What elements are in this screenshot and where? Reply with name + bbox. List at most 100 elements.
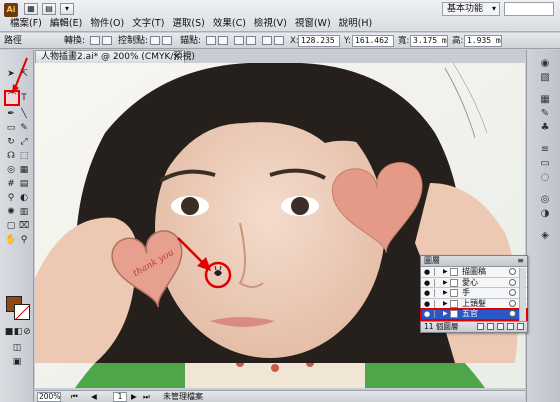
expand-triangle-icon[interactable]: ▶ [443, 299, 448, 309]
connect-anchor-icon[interactable] [218, 36, 228, 45]
stroke-panel-icon[interactable]: ≡ [539, 144, 551, 156]
y-field[interactable]: 161.462 mr [352, 35, 394, 47]
prev-page-icon[interactable]: ◀ [91, 392, 97, 401]
convert-smooth-icon[interactable] [102, 36, 112, 45]
cut-path-icon[interactable] [234, 36, 244, 45]
symbols-panel-icon[interactable]: ♣ [539, 122, 551, 134]
menu-effect[interactable]: 效果(C) [209, 17, 250, 30]
blend-tool-icon[interactable]: ◐ [18, 192, 30, 204]
new-layer-icon[interactable] [507, 323, 514, 330]
zoom-tool-icon[interactable]: ⚲ [18, 234, 30, 246]
layer-target-icon[interactable] [509, 310, 516, 317]
swatches-panel-icon[interactable]: ▦ [539, 94, 551, 106]
lock-toggle[interactable] [434, 299, 440, 308]
visibility-eye-icon[interactable]: ● [424, 288, 432, 298]
expand-triangle-icon[interactable]: ▶ [443, 267, 448, 277]
layers-scrollbar[interactable] [519, 268, 526, 322]
color-guide-icon[interactable]: ▧ [539, 72, 551, 84]
shape-builder-tool-icon[interactable]: ◎ [5, 164, 17, 176]
bridge-icon[interactable]: ▦ [24, 3, 38, 15]
locate-object-icon[interactable] [477, 323, 484, 330]
layer-target-icon[interactable] [509, 299, 516, 307]
slice-tool-icon[interactable]: ⌧ [18, 220, 30, 232]
arrange-dropdown-icon[interactable]: ▾ [60, 3, 74, 15]
expand-triangle-icon[interactable]: ▶ [443, 278, 448, 288]
graphic-styles-panel-icon[interactable]: ◑ [539, 208, 551, 220]
graph-tool-icon[interactable]: ▥ [18, 206, 30, 218]
lock-toggle[interactable] [434, 268, 440, 276]
clipping-mask-icon[interactable] [487, 323, 494, 330]
delete-layer-icon[interactable] [517, 323, 524, 330]
remove-anchor-icon[interactable] [206, 36, 216, 45]
layer-target-icon[interactable] [509, 289, 516, 296]
pencil-tool-icon[interactable]: ✎ [18, 122, 30, 134]
new-sublayer-icon[interactable] [497, 323, 504, 330]
expand-triangle-icon[interactable]: ▶ [443, 288, 448, 298]
perspective-tool-icon[interactable]: ▦ [18, 164, 30, 176]
menu-edit[interactable]: 編輯(E) [46, 17, 86, 30]
first-page-icon[interactable]: ⏮ [71, 392, 78, 401]
lock-toggle[interactable] [434, 289, 440, 297]
workspace-switcher[interactable]: 基本功能 [441, 2, 500, 16]
last-page-icon[interactable]: ⏭ [143, 392, 150, 401]
visibility-eye-icon[interactable]: ● [424, 267, 432, 277]
menu-object[interactable]: 物件(O) [86, 17, 128, 30]
document-tab[interactable]: 人物插畫2.ai* @ 200% (CMYK/預視) × [35, 50, 195, 63]
panel-menu-icon[interactable]: ≡ [517, 256, 524, 266]
arrange-documents-icon[interactable]: ▤ [42, 3, 56, 15]
stroke-color-swatch[interactable] [14, 304, 30, 320]
status-text[interactable]: 未管理檔案 [163, 392, 203, 402]
symbol-sprayer-tool-icon[interactable]: ✺ [5, 206, 17, 218]
mesh-tool-icon[interactable]: # [5, 178, 17, 190]
menu-select[interactable]: 選取(S) [168, 17, 208, 30]
color-panel-icon[interactable]: ◉ [539, 58, 551, 70]
layer-row[interactable]: ● ▶ 手 [421, 288, 527, 299]
lock-toggle[interactable] [434, 310, 440, 318]
layer-row-selected[interactable]: ● ▶ 五官 [420, 308, 528, 321]
menu-help[interactable]: 說明(H) [335, 17, 377, 30]
close-icon[interactable]: × [172, 51, 180, 63]
visibility-eye-icon[interactable]: ● [424, 299, 432, 309]
x-field[interactable]: 128.235 mr [298, 35, 340, 47]
menu-window[interactable]: 視窗(W) [291, 17, 335, 30]
none-mode-icon[interactable]: ⊘ [21, 326, 33, 338]
search-input[interactable] [504, 2, 554, 16]
zoom-field[interactable]: 200% [37, 392, 61, 402]
layer-target-icon[interactable] [509, 268, 516, 275]
hide-handles-icon[interactable] [162, 36, 172, 45]
gradient-panel-icon[interactable]: ▭ [539, 158, 551, 170]
brushes-panel-icon[interactable]: ✎ [539, 108, 551, 120]
eyedropper-tool-icon[interactable]: ⚲ [5, 192, 17, 204]
visibility-eye-icon[interactable]: ● [424, 309, 432, 319]
align-icon[interactable] [262, 36, 272, 45]
width-field[interactable]: 3.175 mm [410, 35, 448, 47]
menu-type[interactable]: 文字(T) [128, 17, 168, 30]
rotate-tool-icon[interactable]: ↻ [5, 136, 17, 148]
artboard-tool-icon[interactable]: ▢ [5, 220, 17, 232]
artboard-canvas[interactable]: thank you [35, 63, 525, 388]
transparency-panel-icon[interactable]: ◌ [539, 172, 551, 184]
menu-view[interactable]: 檢視(V) [250, 17, 291, 30]
draw-mode-icon[interactable]: ◫ [11, 342, 23, 354]
layers-panel-icon[interactable]: ◈ [539, 230, 551, 242]
isolate-icon[interactable] [246, 36, 256, 45]
visibility-eye-icon[interactable]: ● [424, 278, 432, 288]
lock-toggle[interactable] [434, 278, 440, 287]
convert-corner-icon[interactable] [90, 36, 100, 45]
menu-file[interactable]: 檔案(F) [6, 17, 46, 30]
layers-panel-header[interactable]: 圖層 ≡ [421, 256, 527, 267]
next-page-icon[interactable]: ▶ [131, 392, 137, 401]
gradient-tool-icon[interactable]: ▤ [18, 178, 30, 190]
layer-row[interactable]: ● ▶ 愛心 [421, 277, 527, 288]
rectangle-tool-icon[interactable]: ▭ [5, 122, 17, 134]
screen-mode-icon[interactable]: ▣ [11, 356, 23, 368]
page-field[interactable]: 1 [113, 392, 127, 402]
scale-tool-icon[interactable]: ⤢ [18, 136, 30, 148]
appearance-panel-icon[interactable]: ◎ [539, 194, 551, 206]
expand-triangle-icon[interactable]: ▶ [443, 309, 448, 319]
distribute-icon[interactable] [274, 36, 284, 45]
hand-tool-icon[interactable]: ✋ [5, 234, 17, 246]
layer-target-icon[interactable] [509, 278, 516, 286]
show-handles-icon[interactable] [150, 36, 160, 45]
height-field[interactable]: 1.935 mm [464, 35, 502, 47]
